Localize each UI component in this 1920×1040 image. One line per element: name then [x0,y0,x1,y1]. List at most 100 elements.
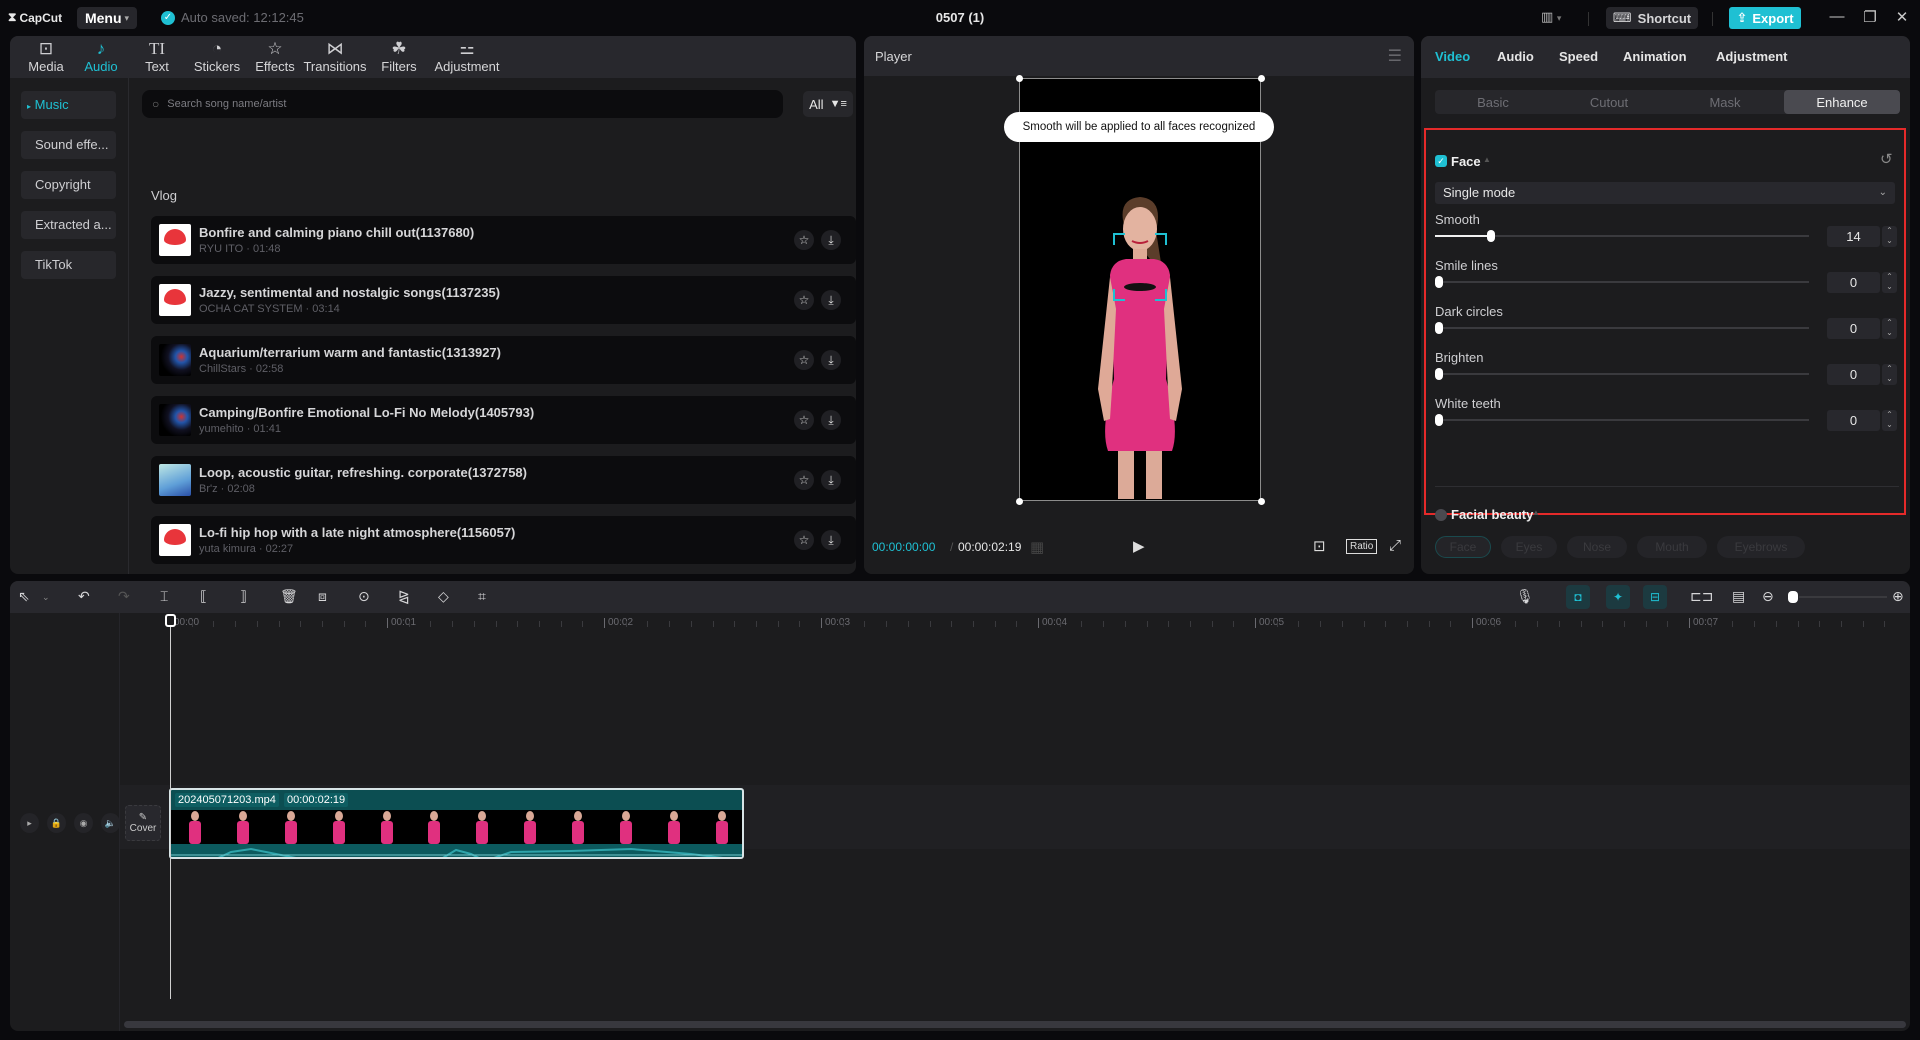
freeze-frame-icon[interactable]: ⧈ [318,588,327,605]
reset-icon[interactable]: ↺ [1880,150,1893,168]
resize-handle[interactable] [1016,498,1023,505]
slider-knob[interactable] [1435,276,1443,288]
fullscreen-icon[interactable]: ⤢ [1389,537,1401,554]
tab-speed[interactable]: Speed [1559,49,1598,64]
facial-beauty-chip[interactable]: Eyebrows [1717,536,1805,558]
export-button[interactable]: ⇪ Export [1729,7,1801,29]
stepper-arrows-icon[interactable]: ⌃ ⌄ [1882,226,1897,247]
download-icon[interactable]: ⤓ [821,350,841,370]
sidebar-item-copyright[interactable]: Copyright [21,171,116,199]
stepper-arrows-icon[interactable]: ⌃ ⌄ [1882,364,1897,385]
speaker-icon[interactable]: 🔈 [101,813,120,833]
menu-button[interactable]: Menu ▾ [77,7,137,29]
favorite-star-icon[interactable]: ☆ [794,230,814,250]
stepper-arrows-icon[interactable]: ⌃ ⌄ [1882,410,1897,431]
slider-value-input[interactable]: 14 [1827,226,1880,247]
slider-knob[interactable] [1435,414,1443,426]
timeline-horizontal-scrollbar[interactable] [124,1021,1906,1028]
tab-adjustment[interactable]: ⚍ Adjustment [424,39,510,77]
quality-grid-icon[interactable]: ▦ [1030,538,1044,556]
zoom-fit-icon[interactable]: ⊡ [1313,537,1326,555]
magnet-main-track-icon[interactable]: ◘ [1566,585,1590,609]
subtab-basic[interactable]: Basic [1435,90,1551,114]
download-icon[interactable]: ⤓ [821,230,841,250]
hamburger-menu-icon[interactable]: ☰ [1388,46,1402,66]
timeline-zoom-knob[interactable] [1788,591,1798,603]
collapse-caret-icon[interactable]: ▲ [1483,155,1491,164]
slider-knob[interactable] [1487,230,1495,242]
tab-audio[interactable]: ♪ Audio [76,39,126,77]
slider-track[interactable] [1435,414,1809,426]
minimize-button[interactable]: — [1827,8,1847,25]
subtab-cutout[interactable]: Cutout [1551,90,1667,114]
facial-beauty-checkbox[interactable] [1435,509,1447,521]
mirror-icon[interactable]: ⧎ [398,588,410,605]
favorite-star-icon[interactable]: ☆ [794,290,814,310]
sidebar-item-music[interactable]: ▸ Music [21,91,116,119]
eye-icon[interactable]: ◉ [74,813,93,833]
music-track-item[interactable]: Aquarium/terrarium warm and fantastic(13… [151,336,856,384]
slider-knob[interactable] [1435,322,1443,334]
facial-beauty-chip[interactable]: Mouth [1637,536,1707,558]
slider-track[interactable] [1435,368,1809,380]
tab-adjustment[interactable]: Adjustment [1716,49,1788,64]
facial-beauty-chip[interactable]: Nose [1567,536,1627,558]
delete-icon[interactable]: 🗑 [280,588,298,605]
link-icon[interactable]: ⊟ [1643,585,1667,609]
sidebar-item-extracted-audio[interactable]: Extracted a... [21,211,116,239]
slider-track[interactable] [1435,276,1809,288]
zoom-out-icon[interactable]: ⊖ [1762,588,1774,605]
sidebar-item-tiktok[interactable]: TikTok [21,251,116,279]
collapse-caret-icon[interactable]: ▲ [1532,508,1540,517]
track-preview-icon[interactable]: ▸ [20,813,39,833]
favorite-star-icon[interactable]: ☆ [794,350,814,370]
undo-icon[interactable]: ↶ [78,588,90,605]
crop-icon[interactable]: ⌗ [478,588,486,605]
delete-left-icon[interactable]: ⟦ [200,588,207,605]
rotate-icon[interactable]: ◇ [438,588,449,605]
slider-track[interactable] [1435,322,1809,334]
favorite-star-icon[interactable]: ☆ [794,530,814,550]
playhead[interactable] [170,621,171,999]
subtab-enhance[interactable]: Enhance [1784,90,1900,114]
timeline-zoom-slider[interactable] [1799,596,1887,598]
ruler-zoom-icon[interactable]: ▤ [1732,588,1745,605]
favorite-star-icon[interactable]: ☆ [794,410,814,430]
tab-transitions[interactable]: ⋈ Transitions [299,39,371,77]
music-track-item[interactable]: Loop, acoustic guitar, refreshing. corpo… [151,456,856,504]
playhead-handle[interactable] [165,614,176,627]
face-mode-select[interactable]: Single mode ⌄ [1435,182,1895,204]
resize-handle[interactable] [1016,75,1023,82]
filter-all-button[interactable]: All ▼≡ [803,91,853,117]
lock-icon[interactable]: 🔒 [47,813,66,833]
tab-stickers[interactable]: ◔ Stickers [184,39,250,77]
zoom-in-icon[interactable]: ⊕ [1892,588,1904,605]
music-track-item[interactable]: Bonfire and calming piano chill out(1137… [151,216,856,264]
microphone-icon[interactable]: 🎙 [1516,588,1534,605]
cover-button[interactable]: ✎ Cover [125,805,161,841]
stepper-arrows-icon[interactable]: ⌃ ⌄ [1882,272,1897,293]
slider-value-input[interactable]: 0 [1827,272,1880,293]
subtab-mask[interactable]: Mask [1667,90,1783,114]
restore-button[interactable]: ❐ [1860,8,1880,26]
music-track-item[interactable]: Camping/Bonfire Emotional Lo-Fi No Melod… [151,396,856,444]
chevron-down-icon[interactable]: ⌄ [42,592,50,603]
tab-filters[interactable]: ☘ Filters [374,39,424,77]
facial-beauty-chip[interactable]: Eyes [1501,536,1557,558]
resize-handle[interactable] [1258,75,1265,82]
reverse-play-icon[interactable]: ⊙ [358,588,370,605]
stepper-arrows-icon[interactable]: ⌃ ⌄ [1882,318,1897,339]
tab-media[interactable]: ⊡ Media [18,39,74,77]
facial-beauty-chip[interactable]: Face [1435,536,1491,558]
tab-text[interactable]: TI Text [134,39,180,77]
close-button[interactable]: ✕ [1892,8,1912,26]
music-track-item[interactable]: Jazzy, sentimental and nostalgic songs(1… [151,276,856,324]
download-icon[interactable]: ⤓ [821,530,841,550]
ratio-button[interactable]: Ratio [1346,539,1378,554]
sidebar-item-sound-effects[interactable]: Sound effe... [21,131,116,159]
tab-animation[interactable]: Animation [1623,49,1687,64]
timeline-ruler[interactable]: 00:00 00:01 00:02 00:03 00:04 00:05 00:06 00:07 [120,613,1910,635]
music-track-item[interactable]: Lo-fi hip hop with a late night atmosphe… [151,516,856,564]
slider-value-input[interactable]: 0 [1827,364,1880,385]
preview-axis-icon[interactable]: ⊏⊐ [1690,588,1713,605]
